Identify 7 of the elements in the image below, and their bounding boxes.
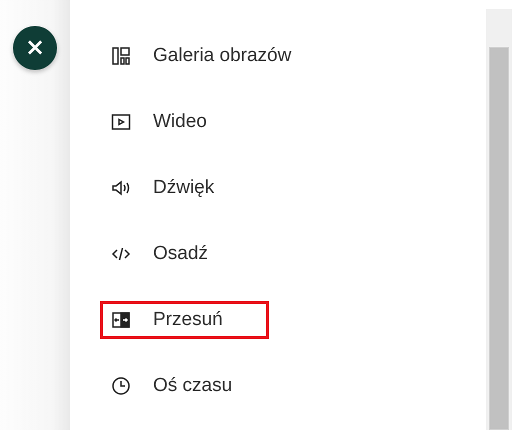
menu-item[interactable]: Osadź [100, 235, 269, 273]
menu-item[interactable]: Galeria obrazów [100, 37, 306, 75]
menu-item[interactable]: Dźwięk [100, 169, 269, 207]
close-button[interactable]: × [13, 26, 57, 70]
menu-item[interactable]: Przesuń [100, 301, 269, 339]
menu-item[interactable]: Wideo [100, 103, 269, 141]
menu-item[interactable]: Oś czasu [100, 367, 269, 405]
